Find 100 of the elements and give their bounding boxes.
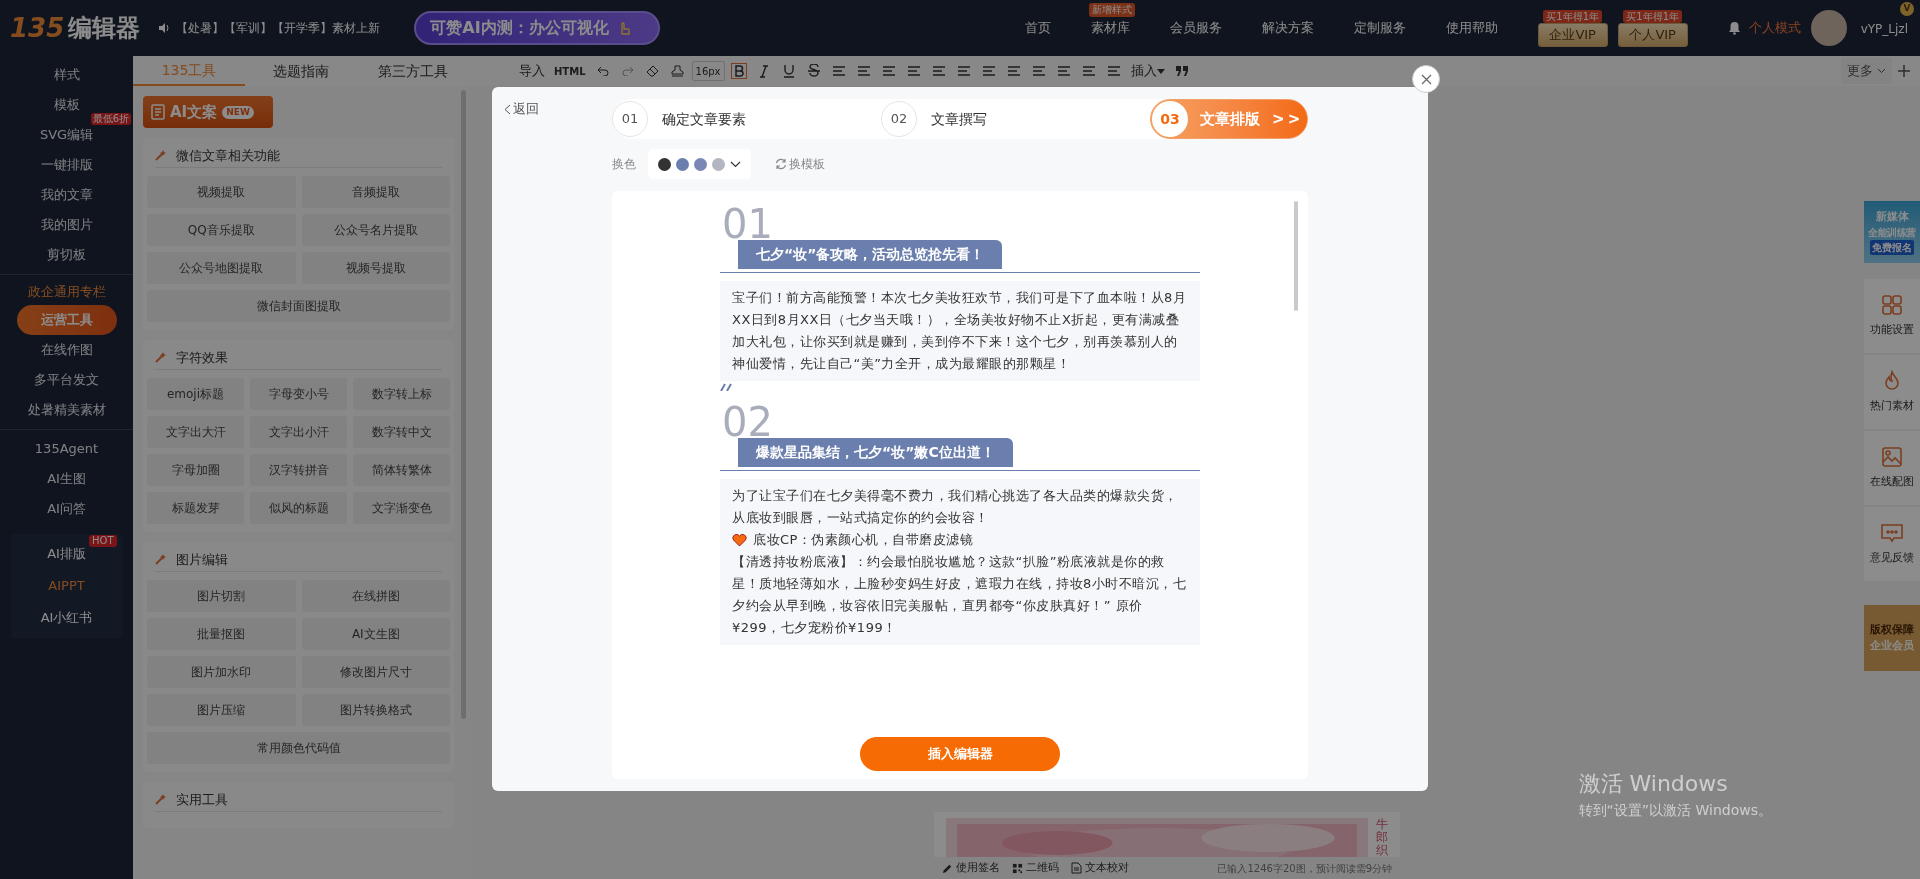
sidebar-tool[interactable]: 意见反馈 <box>1864 507 1920 581</box>
heart-icon <box>732 533 747 547</box>
section-title: 实用工具 <box>176 790 228 809</box>
tool-button[interactable]: 修改图片尺寸 <box>301 656 450 688</box>
wand-icon <box>155 794 166 805</box>
font-size-select[interactable]: 16px <box>691 61 725 81</box>
caret-icon <box>1877 68 1886 74</box>
sidebar-tool[interactable]: 热门素材 <box>1864 355 1920 429</box>
nav-item[interactable]: 运营工具 <box>16 305 117 335</box>
tool-button[interactable]: 图片加水印 <box>147 656 296 688</box>
tool-button[interactable]: emoji标题 <box>147 378 244 410</box>
tool-button[interactable]: 文字渐变色 <box>353 492 450 524</box>
nav-item[interactable]: 多平台发文 <box>30 365 103 395</box>
sidebar-tool[interactable]: 在线配图 <box>1864 431 1920 505</box>
tool-button[interactable]: 常用颜色代码值 <box>147 732 450 764</box>
status-link[interactable]: 使用签名 <box>942 859 1000 877</box>
promo-card[interactable]: 新媒体 全能训练营 免费报名 <box>1864 201 1920 263</box>
tool-button[interactable]: 文字出小汗 <box>250 416 347 448</box>
tool-button[interactable]: 视频提取 <box>147 176 296 208</box>
document-icon <box>151 104 165 120</box>
tool-button[interactable]: 公众号地图提取 <box>147 252 296 284</box>
status-link[interactable]: 二维码 <box>1012 859 1059 877</box>
nav-item[interactable]: 模板 <box>49 90 84 120</box>
member-card[interactable]: 版权保障 企业会员 <box>1864 605 1920 671</box>
tool-button[interactable]: 数字转上标 <box>353 378 450 410</box>
paragraph: 为了让宝子们在七夕美得毫不费力，我们精心挑选了各大品类的爆款尖货，从底妆到眼唇，一站式搞定你的约会妆容！ <box>732 487 1179 527</box>
html-button[interactable]: HTML <box>551 59 589 83</box>
logo-text: 编辑器 <box>68 13 141 44</box>
more-button[interactable]: 更多 <box>1841 58 1892 84</box>
panel-tab[interactable]: 第三方工具 <box>357 56 469 86</box>
nav-link[interactable]: 使用帮助 <box>1445 18 1498 38</box>
tool-button[interactable]: 视频号提取 <box>301 252 450 284</box>
step[interactable]: 03 文章排版 >> <box>1150 99 1308 139</box>
color-select[interactable] <box>648 149 751 179</box>
promo-banner[interactable]: 可赞AI内测：办公可视化 <box>414 11 661 45</box>
vip-button[interactable]: 个人VIP <box>1617 22 1688 47</box>
nav-link[interactable]: 首页 <box>1024 18 1051 38</box>
import-button[interactable]: 导入 <box>516 59 548 83</box>
paragraph: 底妆CP：伪素颜心机，自带磨皮滤镜 <box>753 531 974 549</box>
tool-button[interactable]: 微信封面图提取 <box>147 290 450 322</box>
stamp-icon <box>671 65 684 77</box>
user-badge: V <box>1900 2 1914 16</box>
add-button[interactable] <box>1898 65 1910 77</box>
sidebar-tool[interactable]: 功能设置 <box>1864 279 1920 353</box>
nav-item[interactable]: 样式 <box>49 60 84 90</box>
tool-button[interactable]: 图片切割 <box>147 580 296 612</box>
step[interactable]: 01 确定文章要素 <box>612 99 882 139</box>
step[interactable]: 02 文章撰写 <box>881 99 1151 139</box>
nav-item[interactable]: AIPPT <box>48 576 85 596</box>
vip-button[interactable]: 企业VIP <box>1537 22 1608 47</box>
nav-item[interactable]: 剪切板 <box>43 240 90 270</box>
tool-button[interactable]: 数字转中文 <box>353 416 450 448</box>
new-badge: NEW <box>222 105 254 119</box>
tool-button[interactable]: 文字出大汗 <box>147 416 244 448</box>
promo-subtitle: 全能训练营 <box>1868 226 1916 241</box>
nav-item[interactable]: 在线作图 <box>36 335 97 365</box>
nav-item[interactable]: 处暑精美素材 <box>23 395 110 425</box>
nav-badge: 新增样式 <box>1088 3 1135 18</box>
vip-badge: 买1年得1年 <box>1543 9 1603 23</box>
nav-item[interactable]: AI小红书 <box>40 608 93 628</box>
panel-tab[interactable]: 选题指南 <box>245 56 357 86</box>
nav-item[interactable]: AI排版 <box>47 544 86 564</box>
strikethrough-icon <box>807 64 820 78</box>
ai-writing-button[interactable]: AI文案 NEW <box>143 96 273 128</box>
tool-button[interactable]: 公众号名片提取 <box>301 214 450 246</box>
tool-button[interactable]: 图片压缩 <box>147 694 296 726</box>
nav-item[interactable]: 我的图片 <box>36 210 97 240</box>
tool-button[interactable]: 图片转换格式 <box>301 694 450 726</box>
redo-icon <box>621 66 634 76</box>
grid-icon <box>1881 293 1903 316</box>
close-icon <box>1420 73 1432 85</box>
nav-item[interactable]: AI生图 <box>43 464 90 494</box>
avatar[interactable] <box>1810 10 1847 46</box>
change-template-button[interactable]: 换模板 <box>775 155 825 173</box>
tool-button[interactable]: 简体转繁体 <box>353 454 450 486</box>
tool-button[interactable]: 字母变小号 <box>250 378 347 410</box>
status-link[interactable]: 文本校对 <box>1071 859 1129 877</box>
nav-link[interactable]: 定制服务 <box>1353 18 1406 38</box>
nav-link[interactable]: 会员服务 <box>1169 18 1222 38</box>
nav-item[interactable]: AI问答 <box>43 494 90 524</box>
back-link[interactable]: 返回 <box>504 99 612 119</box>
quote-icon <box>1175 66 1188 76</box>
insert-editor-button[interactable]: 插入编辑器 <box>860 737 1060 771</box>
tool-button[interactable]: AI文生图 <box>301 618 450 650</box>
bell-icon[interactable] <box>1727 21 1741 35</box>
nav-item[interactable]: 135Agent <box>30 434 103 464</box>
tool-button[interactable]: 标题发芽 <box>147 492 244 524</box>
tool-button[interactable]: 批量抠图 <box>147 618 296 650</box>
wand-icon <box>155 554 166 565</box>
nav-item[interactable]: 我的文章 <box>36 180 97 210</box>
tool-button[interactable]: 在线拼图 <box>301 580 450 612</box>
tool-button[interactable]: 字母加圈 <box>147 454 244 486</box>
section-title: 微信文章相关功能 <box>176 146 280 165</box>
tool-button[interactable]: 似风的标题 <box>250 492 347 524</box>
tool-button[interactable]: 汉字转拼音 <box>250 454 347 486</box>
nav-link[interactable]: 解决方案 <box>1261 18 1314 38</box>
refresh-icon <box>775 158 787 170</box>
tool-button[interactable]: 音频提取 <box>301 176 450 208</box>
tool-button[interactable]: QQ音乐提取 <box>147 214 296 246</box>
insert-button[interactable]: 插入 <box>1127 59 1168 83</box>
